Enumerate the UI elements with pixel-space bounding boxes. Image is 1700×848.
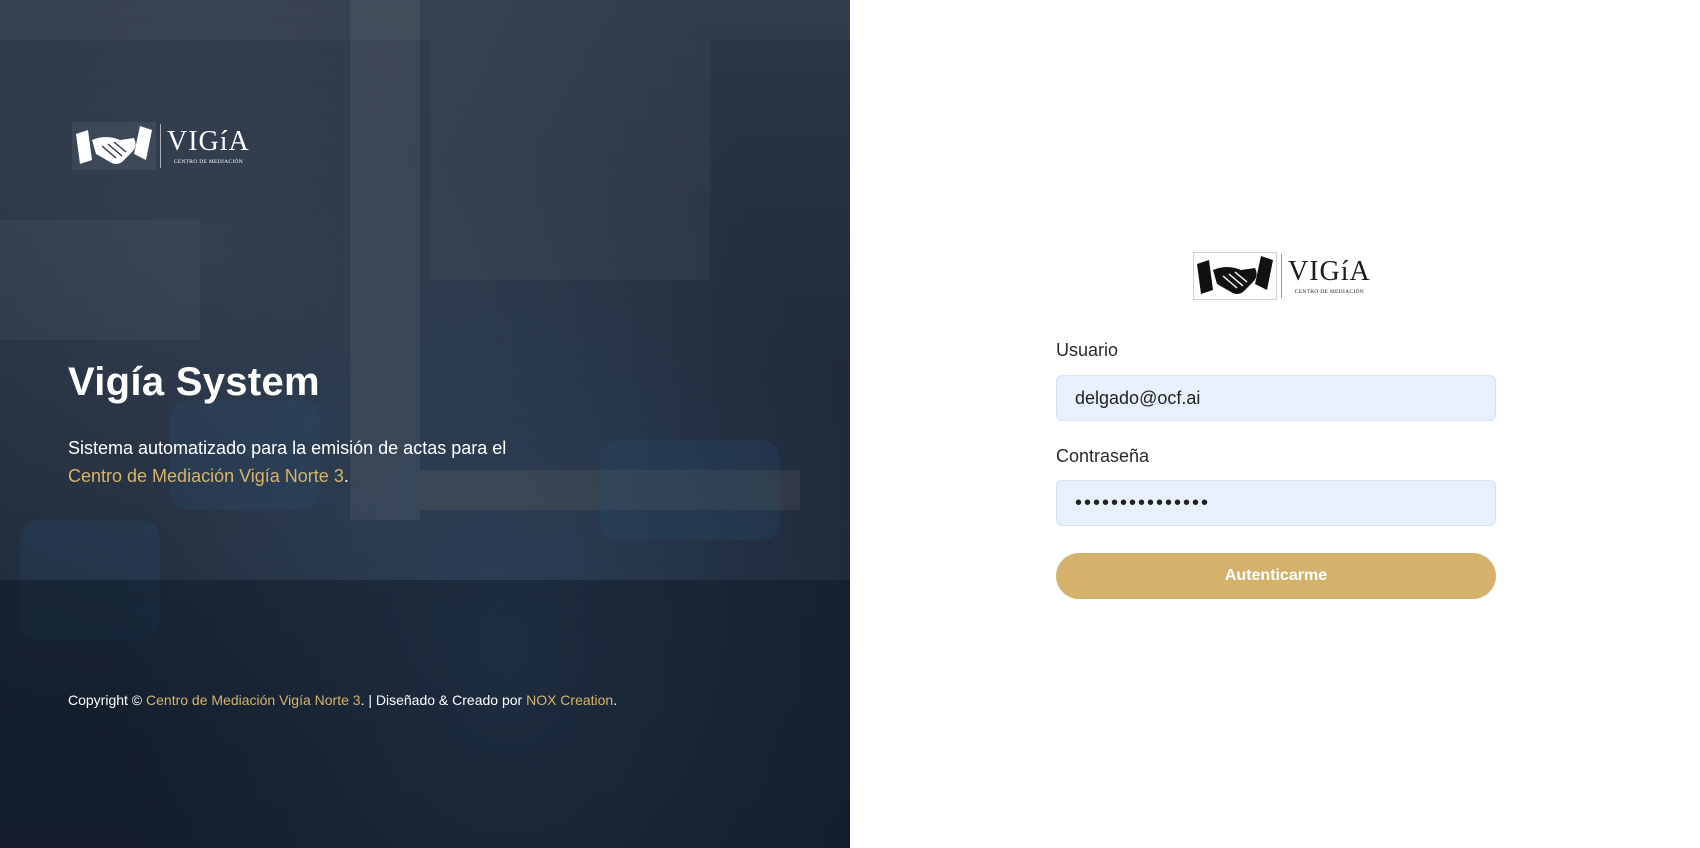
bg-window (0, 220, 200, 340)
hero-description: Sistema automatizado para la emisión de … (68, 434, 608, 490)
hero-logo: VIGíA CENTRO DE MEDIACIÓN (72, 122, 250, 170)
logo-word: VIGíA (167, 125, 250, 157)
bg-chair (20, 520, 160, 640)
copyright-middle: . | Diseñado & Creado por (360, 692, 527, 708)
copyright-suffix: . (613, 692, 618, 708)
bg-shelf (430, 40, 710, 280)
password-input[interactable] (1056, 480, 1496, 526)
bg-desk (0, 580, 850, 848)
hero-panel: VIGíA CENTRO DE MEDIACIÓN Vigía System S… (0, 0, 850, 848)
footer-center-link[interactable]: Centro de Mediación Vigía Norte 3 (146, 692, 361, 708)
bg-ceiling (0, 0, 850, 40)
authenticate-button[interactable]: Autenticarme (1056, 553, 1496, 599)
logo-subtitle: CENTRO DE MEDIACIÓN (1294, 288, 1365, 295)
logo-text: VIGíA CENTRO DE MEDIACIÓN (167, 125, 250, 165)
description-suffix: . (343, 466, 349, 486)
password-label: Contraseña (1056, 446, 1150, 466)
login-logo: VIGíA CENTRO DE MEDIACIÓN (1193, 252, 1371, 300)
description-text: Sistema automatizado para la emisión de … (68, 438, 507, 458)
handshake-icon (1193, 252, 1277, 300)
logo-divider (1281, 254, 1282, 298)
creator-link[interactable]: NOX Creation (526, 692, 613, 708)
hero-title: Vigía System (68, 360, 320, 404)
logo-text: VIGíA CENTRO DE MEDIACIÓN (1288, 255, 1371, 295)
logo-subtitle: CENTRO DE MEDIACIÓN (173, 158, 244, 165)
username-input[interactable] (1056, 375, 1496, 421)
login-panel: VIGíA CENTRO DE MEDIACIÓN Usuario Contra… (850, 0, 1700, 848)
logo-divider (160, 124, 161, 168)
center-link[interactable]: Centro de Mediación Vigía Norte 3 (68, 466, 344, 486)
bg-chair (600, 440, 780, 540)
logo-word: VIGíA (1288, 255, 1371, 287)
copyright-footer: Copyright © Centro de Mediación Vigía No… (68, 692, 617, 708)
handshake-icon (72, 122, 156, 170)
username-label: Usuario (1056, 340, 1119, 360)
copyright-prefix: Copyright © (68, 692, 147, 708)
